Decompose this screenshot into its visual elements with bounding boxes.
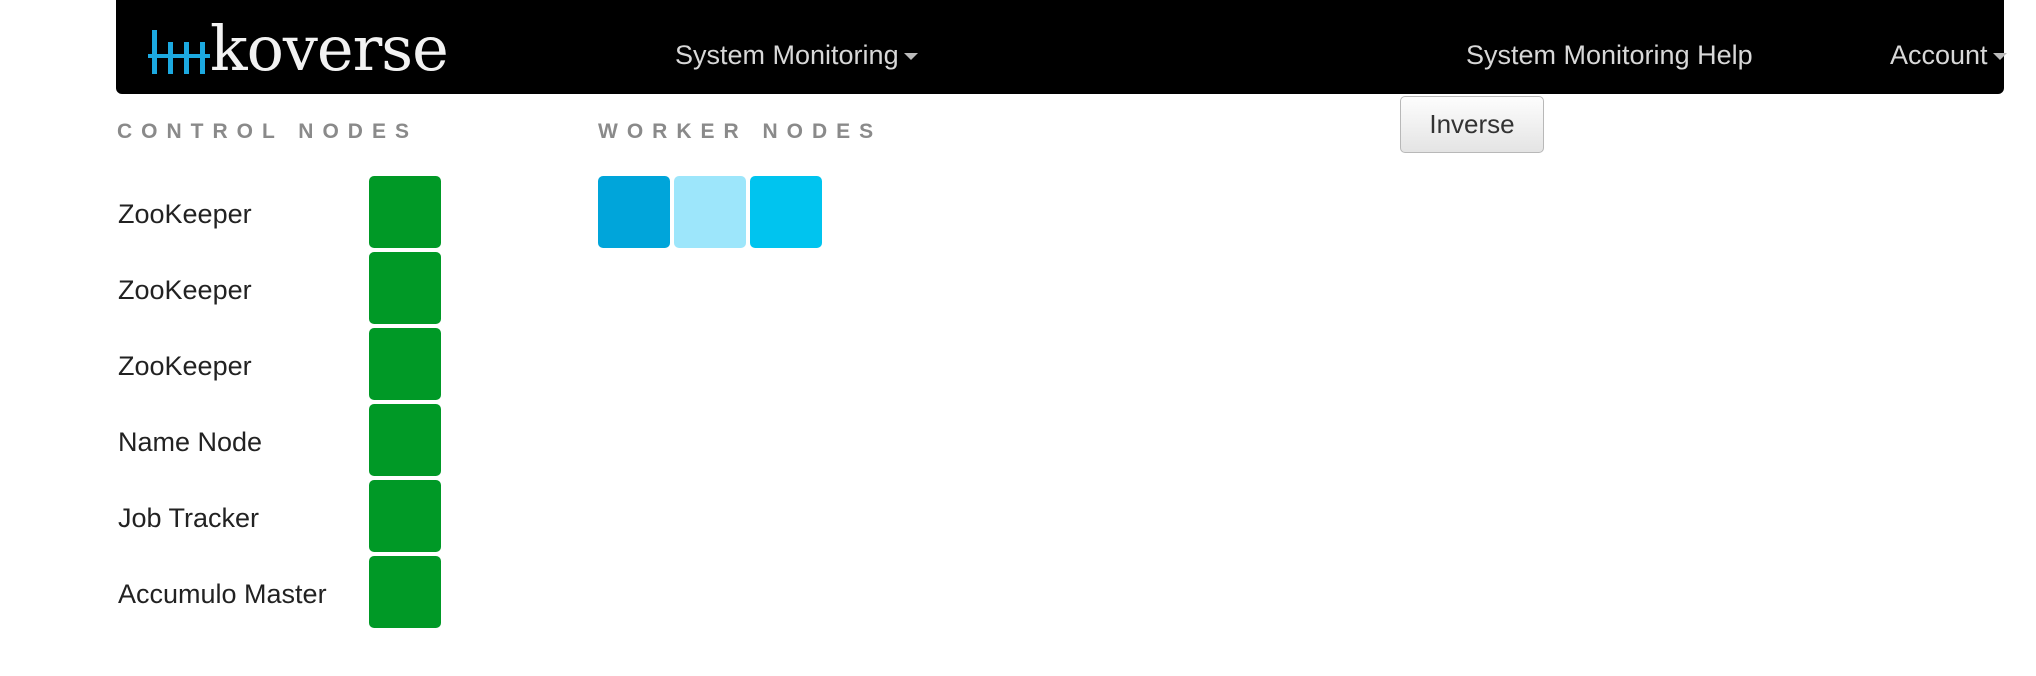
account-label: Account — [1890, 39, 1988, 70]
caret-down-icon — [1992, 52, 2007, 60]
control-node-status-tile[interactable] — [369, 176, 441, 248]
system-monitoring-help-link[interactable]: System Monitoring Help — [1466, 0, 1753, 110]
caret-down-icon — [903, 52, 918, 60]
worker-nodes-grid — [598, 176, 822, 248]
control-node-row: Name Node — [118, 404, 448, 480]
control-node-label: ZooKeeper — [118, 274, 252, 305]
worker-node-tile[interactable] — [674, 176, 746, 248]
koverse-bars-logo-icon — [148, 30, 210, 74]
control-node-label: ZooKeeper — [118, 198, 252, 229]
account-menu[interactable]: Account — [1890, 0, 2007, 110]
control-node-row: Accumulo Master — [118, 556, 448, 632]
top-navbar: koverse System Monitoring System Monitor… — [116, 0, 2007, 94]
control-node-label: ZooKeeper — [118, 350, 252, 381]
worker-node-tile[interactable] — [750, 176, 822, 248]
control-node-label: Accumulo Master — [118, 578, 327, 609]
system-monitoring-help-label: System Monitoring Help — [1466, 39, 1753, 70]
control-node-label: Job Tracker — [118, 502, 260, 533]
brand-name: koverse — [210, 12, 449, 85]
system-monitoring-label: System Monitoring — [675, 39, 899, 70]
control-node-row: ZooKeeper — [118, 252, 448, 328]
control-node-status-tile[interactable] — [369, 252, 441, 324]
worker-node-tile[interactable] — [598, 176, 670, 248]
worker-nodes-heading: WORKER NODES — [598, 120, 883, 143]
brand-logo[interactable]: koverse — [148, 14, 449, 80]
system-monitoring-menu[interactable]: System Monitoring — [675, 0, 918, 110]
control-node-row: ZooKeeper — [118, 328, 448, 404]
control-node-status-tile[interactable] — [369, 480, 441, 552]
control-nodes-list: ZooKeeper ZooKeeper ZooKeeper Name Node … — [118, 176, 448, 632]
control-node-status-tile[interactable] — [369, 404, 441, 476]
control-node-row: Job Tracker — [118, 480, 448, 556]
inverse-button[interactable]: Inverse — [1400, 96, 1544, 153]
control-node-label: Name Node — [118, 426, 263, 457]
control-node-row: ZooKeeper — [118, 176, 448, 252]
control-nodes-heading: CONTROL NODES — [117, 120, 418, 143]
control-node-status-tile[interactable] — [369, 556, 441, 628]
control-node-status-tile[interactable] — [369, 328, 441, 400]
